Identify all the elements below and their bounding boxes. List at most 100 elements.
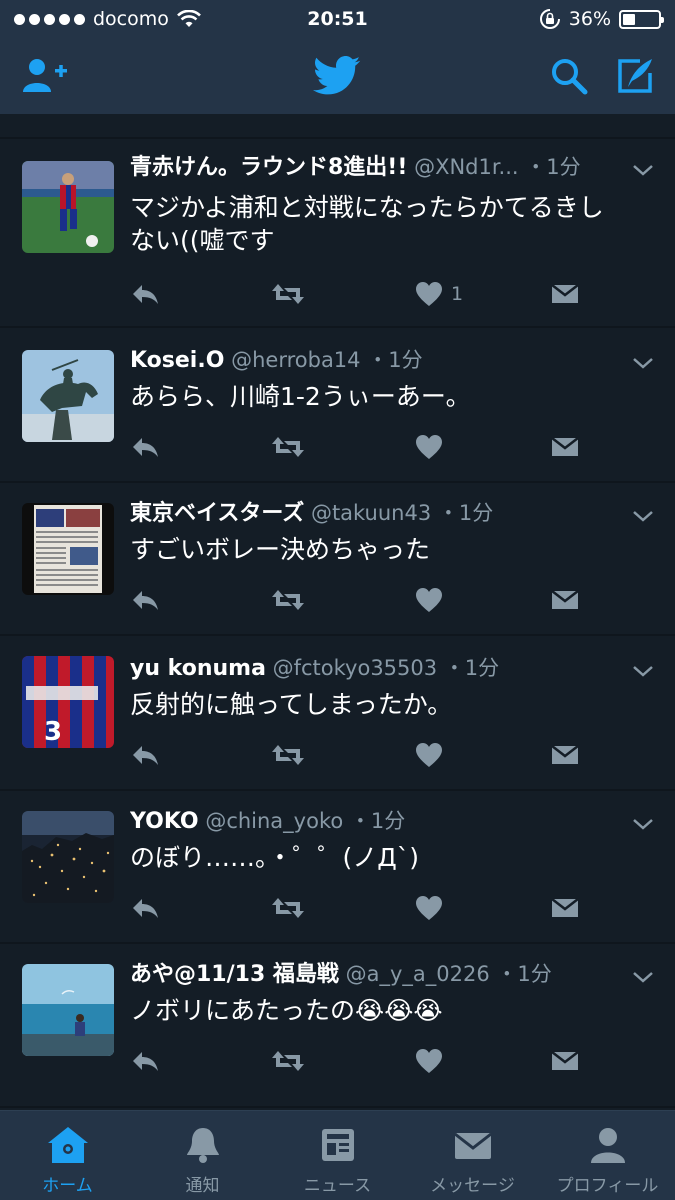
retweet-icon	[272, 284, 304, 304]
tweet-text-line: ない((嘘です	[130, 226, 275, 255]
like-count: 1	[451, 283, 464, 305]
like-button[interactable]	[415, 1046, 451, 1076]
tweet-text: 反射的に触ってしまったか。	[130, 688, 651, 721]
retweet-button[interactable]	[270, 432, 306, 462]
tweet[interactable]: 3 yu konuma @fctokyo35503 ・1分 反射的に触ってしまっ…	[0, 636, 675, 791]
retweet-button[interactable]	[270, 585, 306, 615]
tab-label: プロフィール	[556, 1176, 659, 1196]
tweet[interactable]: あや@11/13 福島戦 @a_y_a_0226 ・1分 ノボリにあたったの😭😭…	[0, 944, 675, 1108]
twitter-bird-icon	[313, 56, 361, 95]
chevron-down-icon[interactable]	[631, 968, 655, 986]
avatar[interactable]	[22, 161, 114, 253]
user-handle[interactable]: @china_yoko	[205, 809, 343, 833]
tweet-header: あや@11/13 福島戦 @a_y_a_0226 ・1分	[130, 958, 615, 990]
retweet-icon	[272, 898, 304, 918]
tweet-text-line: マジかよ浦和と対戦になったらかてるきし	[130, 193, 604, 222]
add-user-button[interactable]	[20, 52, 70, 100]
chevron-down-icon[interactable]	[631, 662, 655, 680]
reply-icon	[133, 1052, 158, 1071]
chevron-down-icon[interactable]	[631, 161, 655, 179]
avatar[interactable]	[22, 350, 114, 442]
tweet-header: Kosei.O @herroba14 ・1分	[130, 344, 615, 376]
reply-button[interactable]	[130, 893, 160, 923]
user-handle[interactable]: @takuun43	[311, 501, 431, 525]
heart-icon	[416, 896, 442, 920]
chevron-down-icon[interactable]	[631, 815, 655, 833]
reply-button[interactable]	[130, 585, 160, 615]
tweet-time: ・1分	[367, 348, 423, 372]
timeline[interactable]: 青赤けん。ラウンド8進出!! @XNd1r... ・1分 マジかよ浦和と対戦にな…	[0, 114, 675, 1110]
direct-message-button[interactable]	[550, 893, 580, 923]
reply-icon	[133, 899, 158, 918]
user-handle[interactable]: @fctokyo35503	[273, 656, 438, 680]
tweet[interactable]: 東京ベイスターズ @takuun43 ・1分 すごいボレー決めちゃった	[0, 483, 675, 636]
tweet[interactable]: YOKO @china_yoko ・1分 のぼり……。・゜゜(ノД`)	[0, 791, 675, 944]
home-icon	[47, 1127, 88, 1163]
user-handle[interactable]: @herroba14	[231, 348, 360, 372]
avatar[interactable]: 3	[22, 656, 114, 748]
direct-message-button[interactable]	[550, 1046, 580, 1076]
retweet-icon	[272, 1051, 304, 1071]
envelope-icon	[551, 898, 579, 917]
envelope-icon	[453, 1132, 492, 1159]
tweet-header: 東京ベイスターズ @takuun43 ・1分	[130, 497, 615, 529]
heart-icon	[416, 1049, 442, 1073]
reply-button[interactable]	[130, 279, 160, 309]
direct-message-button[interactable]	[550, 740, 580, 770]
direct-message-button[interactable]	[550, 585, 580, 615]
carrier-label: docomo	[93, 8, 169, 30]
avatar[interactable]	[22, 811, 114, 903]
tab-home[interactable]: ホーム	[0, 1111, 135, 1200]
retweet-button[interactable]	[270, 279, 306, 309]
retweet-icon	[272, 745, 304, 765]
user-handle[interactable]: @XNd1r...	[414, 155, 519, 179]
like-button[interactable]	[415, 585, 451, 615]
heart-icon	[416, 282, 442, 306]
battery-icon	[619, 9, 664, 29]
tab-profile[interactable]: プロフィール	[540, 1111, 675, 1200]
reply-button[interactable]	[130, 1046, 160, 1076]
tweet-actions	[130, 740, 590, 770]
like-button[interactable]: 1	[415, 279, 463, 309]
search-button[interactable]	[544, 52, 594, 100]
retweet-button[interactable]	[270, 893, 306, 923]
user-handle[interactable]: @a_y_a_0226	[346, 962, 490, 986]
tweet-time: ・1分	[437, 501, 494, 525]
tab-notifications[interactable]: 通知	[135, 1111, 270, 1200]
tweet-actions	[130, 432, 590, 462]
reply-icon	[133, 591, 158, 610]
tweet-text-line: ノボリにあたったの😭😭😭	[130, 996, 443, 1025]
tab-messages[interactable]: メッセージ	[405, 1111, 540, 1200]
tweet[interactable]: 青赤けん。ラウンド8進出!! @XNd1r... ・1分 マジかよ浦和と対戦にな…	[0, 139, 675, 328]
user-name[interactable]: 青赤けん。ラウンド8進出!!	[130, 155, 407, 180]
tweet-time: ・1分	[349, 809, 406, 833]
chevron-down-icon[interactable]	[631, 354, 655, 372]
tweet[interactable]: Kosei.O @herroba14 ・1分 あらら、川崎1-2うぃーあー。	[0, 328, 675, 483]
tweet-text-line: すごいボレー決めちゃった	[130, 535, 431, 564]
person-icon	[590, 1128, 625, 1163]
home-logo	[312, 52, 362, 100]
user-name[interactable]: Kosei.O	[130, 348, 224, 373]
reply-button[interactable]	[130, 432, 160, 462]
like-button[interactable]	[415, 432, 451, 462]
retweet-button[interactable]	[270, 740, 306, 770]
like-button[interactable]	[415, 893, 451, 923]
direct-message-button[interactable]	[550, 279, 580, 309]
user-name[interactable]: あや@11/13 福島戦	[130, 962, 339, 987]
user-name[interactable]: 東京ベイスターズ	[130, 501, 304, 526]
retweet-icon	[272, 437, 304, 457]
retweet-button[interactable]	[270, 1046, 306, 1076]
avatar[interactable]	[22, 964, 114, 1056]
tweet-text: ノボリにあたったの😭😭😭	[130, 994, 651, 1027]
reply-button[interactable]	[130, 740, 160, 770]
tab-news[interactable]: ニュース	[270, 1111, 405, 1200]
user-name[interactable]: yu konuma	[130, 656, 266, 681]
tweet-header: 青赤けん。ラウンド8進出!! @XNd1r... ・1分	[130, 151, 615, 183]
like-button[interactable]	[415, 740, 451, 770]
tab-label: 通知	[185, 1176, 220, 1196]
compose-tweet-button[interactable]	[610, 52, 660, 100]
direct-message-button[interactable]	[550, 432, 580, 462]
chevron-down-icon[interactable]	[631, 507, 655, 525]
user-name[interactable]: YOKO	[130, 809, 199, 834]
avatar[interactable]	[22, 503, 114, 595]
